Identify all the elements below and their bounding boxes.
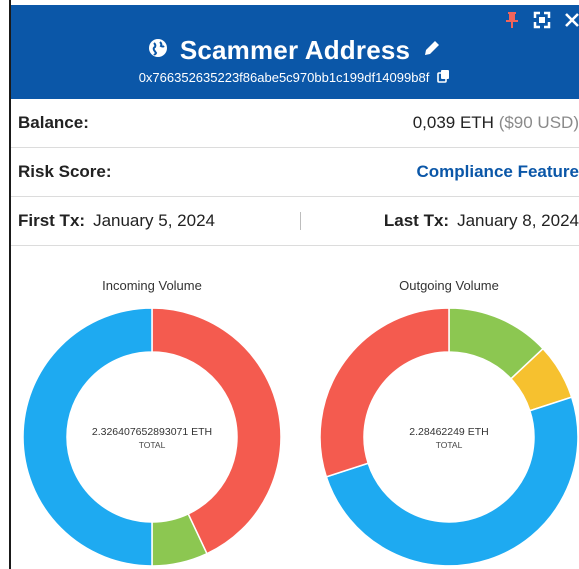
- first-tx-date: January 5, 2024: [93, 211, 215, 230]
- chart-1-slice-3[interactable]: [319, 307, 450, 478]
- last-tx-date: January 8, 2024: [457, 211, 579, 230]
- address-row: 0x766352635223f86abe5c970bb1c199df14099b…: [11, 69, 579, 86]
- page-title: Scammer Address: [179, 35, 411, 65]
- tx-row: First Tx: January 5, 2024 Last Tx: Janua…: [11, 197, 579, 246]
- pencil-icon[interactable]: [422, 38, 442, 63]
- chart-0-total-value: 2.326407652893071 ETH: [92, 426, 212, 438]
- chart-1-total-value: 2.28462249 ETH: [409, 426, 488, 438]
- address-text: 0x766352635223f86abe5c970bb1c199df14099b…: [138, 70, 430, 85]
- balance-row: Balance: 0,039 ETH ($90 USD): [11, 99, 579, 148]
- risk-label: Risk Score:: [18, 162, 112, 181]
- balance-eth: 0,039 ETH: [412, 113, 494, 132]
- balance-usd: ($90 USD): [498, 113, 579, 132]
- address-panel: Scammer Address 0x766352635223f86abe5c97…: [11, 5, 579, 569]
- globe-icon: [148, 38, 168, 63]
- risk-row: Risk Score: Compliance Feature: [11, 148, 579, 197]
- first-tx-label: First Tx:: [18, 211, 86, 230]
- chart-1-total-label: TOTAL: [436, 440, 463, 450]
- balance-label: Balance:: [18, 113, 89, 132]
- close-icon[interactable]: [565, 13, 579, 27]
- volume-charts: 2.326407652893071 ETH TOTAL 2.28462249 ETH…: [22, 307, 579, 567]
- panel-header: Scammer Address 0x766352635223f86abe5c97…: [11, 5, 579, 99]
- balance-value-group: 0,039 ETH ($90 USD): [413, 113, 579, 133]
- compliance-feature-link[interactable]: Compliance Feature: [417, 162, 579, 182]
- title-row: Scammer Address: [11, 35, 579, 66]
- chart-0-total-label: TOTAL: [139, 440, 166, 450]
- header-actions: [505, 11, 579, 29]
- expand-icon[interactable]: [533, 11, 551, 29]
- pin-icon[interactable]: [505, 11, 519, 29]
- last-tx-label: Last Tx:: [383, 211, 450, 230]
- tx-separator: [300, 212, 301, 230]
- copy-icon[interactable]: [437, 69, 451, 86]
